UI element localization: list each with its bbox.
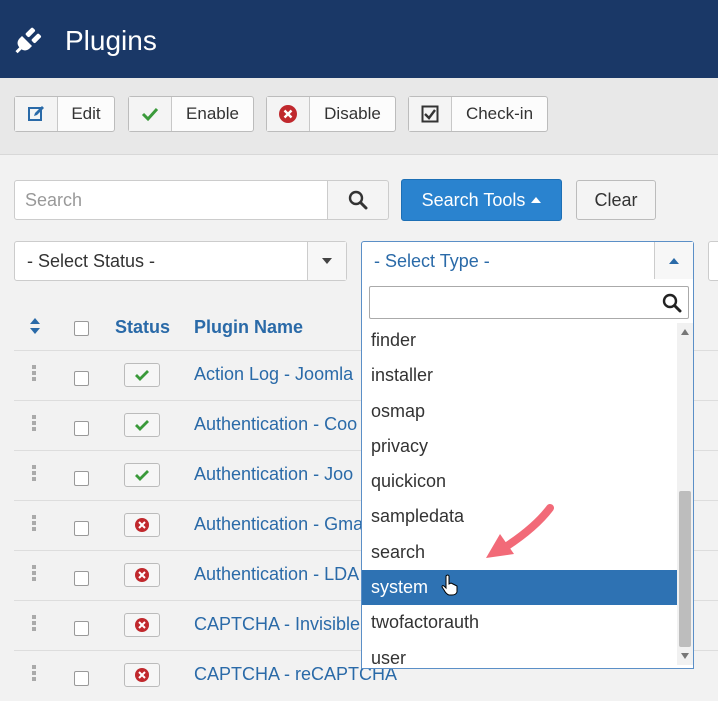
plugin-name-link[interactable]: Action Log - Joomla bbox=[194, 364, 353, 385]
drag-handle-icon[interactable] bbox=[32, 365, 36, 381]
plugin-name-link[interactable]: CAPTCHA - Invisible bbox=[194, 614, 360, 635]
search-tools-label: Search Tools bbox=[421, 189, 526, 210]
status-toggle-button[interactable] bbox=[124, 413, 160, 437]
page-title: Plugins bbox=[65, 25, 157, 56]
plugin-name-link[interactable]: Authentication - Joo bbox=[194, 464, 353, 485]
row-checkbox[interactable] bbox=[74, 571, 89, 586]
toolbar: Edit Enable Disable Check-in bbox=[0, 78, 718, 155]
enable-label: Enable bbox=[186, 104, 239, 123]
drag-handle-icon[interactable] bbox=[32, 515, 36, 531]
disable-icon bbox=[267, 97, 310, 131]
scroll-down-icon[interactable] bbox=[681, 653, 689, 659]
check-icon bbox=[129, 97, 172, 131]
edit-label: Edit bbox=[71, 104, 101, 123]
sort-icon[interactable] bbox=[29, 318, 41, 334]
search-input[interactable] bbox=[14, 180, 328, 220]
check-icon bbox=[135, 419, 149, 431]
scrollbar-thumb[interactable] bbox=[679, 491, 691, 647]
page-header: Plugins bbox=[0, 0, 718, 78]
row-checkbox[interactable] bbox=[74, 521, 89, 536]
disable-label: Disable bbox=[324, 104, 381, 123]
status-toggle-button[interactable] bbox=[124, 363, 160, 387]
disable-button[interactable]: Disable bbox=[266, 96, 396, 132]
disabled-icon bbox=[134, 517, 150, 533]
checkin-label: Check-in bbox=[465, 104, 534, 123]
type-select-value: - Select Type - bbox=[374, 251, 490, 271]
status-toggle-button[interactable] bbox=[124, 613, 160, 637]
select-all-checkbox[interactable] bbox=[74, 321, 89, 336]
status-select-value: - Select Status - bbox=[27, 251, 156, 271]
status-toggle-button[interactable] bbox=[124, 513, 160, 537]
dropdown-option[interactable]: installer bbox=[362, 358, 677, 393]
status-column-header[interactable]: Status bbox=[115, 317, 170, 338]
search-button[interactable] bbox=[327, 180, 389, 220]
row-checkbox[interactable] bbox=[74, 421, 89, 436]
scroll-up-icon[interactable] bbox=[681, 329, 689, 335]
edit-icon bbox=[15, 97, 58, 131]
plugin-name-link[interactable]: Authentication - Gma bbox=[194, 514, 363, 535]
search-tools-button[interactable]: Search Tools bbox=[401, 179, 562, 221]
disabled-icon bbox=[134, 667, 150, 683]
status-select[interactable]: - Select Status - bbox=[14, 241, 347, 281]
dropdown-search-field[interactable] bbox=[369, 286, 689, 319]
check-icon bbox=[135, 469, 149, 481]
plugin-name-link[interactable]: Authentication - LDA bbox=[194, 564, 359, 585]
annotation-arrow-icon bbox=[486, 504, 554, 558]
drag-handle-icon[interactable] bbox=[32, 665, 36, 681]
type-select[interactable]: - Select Type - bbox=[361, 241, 694, 281]
hand-cursor-icon bbox=[441, 574, 458, 596]
dropdown-option[interactable]: osmap bbox=[362, 394, 677, 429]
checkin-button[interactable]: Check-in bbox=[408, 96, 548, 132]
dropdown-option[interactable]: privacy bbox=[362, 429, 677, 464]
clear-button[interactable]: Clear bbox=[576, 180, 656, 220]
chevron-down-icon bbox=[307, 242, 346, 280]
disabled-icon bbox=[134, 617, 150, 633]
drag-handle-icon[interactable] bbox=[32, 415, 36, 431]
row-checkbox[interactable] bbox=[74, 371, 89, 386]
caret-up-icon bbox=[531, 197, 542, 203]
plugin-name-column-header[interactable]: Plugin Name bbox=[194, 317, 303, 338]
enable-button[interactable]: Enable bbox=[128, 96, 254, 132]
dropdown-option[interactable]: twofactorauth bbox=[362, 605, 677, 640]
disabled-icon bbox=[134, 567, 150, 583]
dropdown-options: finder installer osmap privacy quickicon samp… bbox=[362, 323, 677, 668]
edit-button[interactable]: Edit bbox=[14, 96, 115, 132]
dropdown-scrollbar[interactable] bbox=[677, 323, 693, 665]
chevron-up-icon bbox=[654, 242, 693, 280]
plug-icon bbox=[15, 27, 42, 54]
status-toggle-button[interactable] bbox=[124, 563, 160, 587]
search-icon bbox=[348, 190, 368, 210]
type-dropdown: finder installer osmap privacy quickicon samp… bbox=[361, 279, 694, 669]
drag-handle-icon[interactable] bbox=[32, 465, 36, 481]
row-checkbox[interactable] bbox=[74, 471, 89, 486]
status-toggle-button[interactable] bbox=[124, 663, 160, 687]
checkbox-icon bbox=[409, 97, 452, 131]
next-filter-select[interactable] bbox=[708, 241, 718, 281]
row-checkbox[interactable] bbox=[74, 671, 89, 686]
search-icon bbox=[662, 293, 682, 313]
check-icon bbox=[135, 369, 149, 381]
dropdown-option[interactable]: quickicon bbox=[362, 464, 677, 499]
dropdown-option[interactable]: finder bbox=[362, 323, 677, 358]
dropdown-option[interactable]: system bbox=[362, 570, 677, 606]
dropdown-option[interactable]: user bbox=[362, 641, 677, 668]
status-toggle-button[interactable] bbox=[124, 463, 160, 487]
plugin-name-link[interactable]: Authentication - Coo bbox=[194, 414, 357, 435]
drag-handle-icon[interactable] bbox=[32, 565, 36, 581]
row-checkbox[interactable] bbox=[74, 621, 89, 636]
drag-handle-icon[interactable] bbox=[32, 615, 36, 631]
